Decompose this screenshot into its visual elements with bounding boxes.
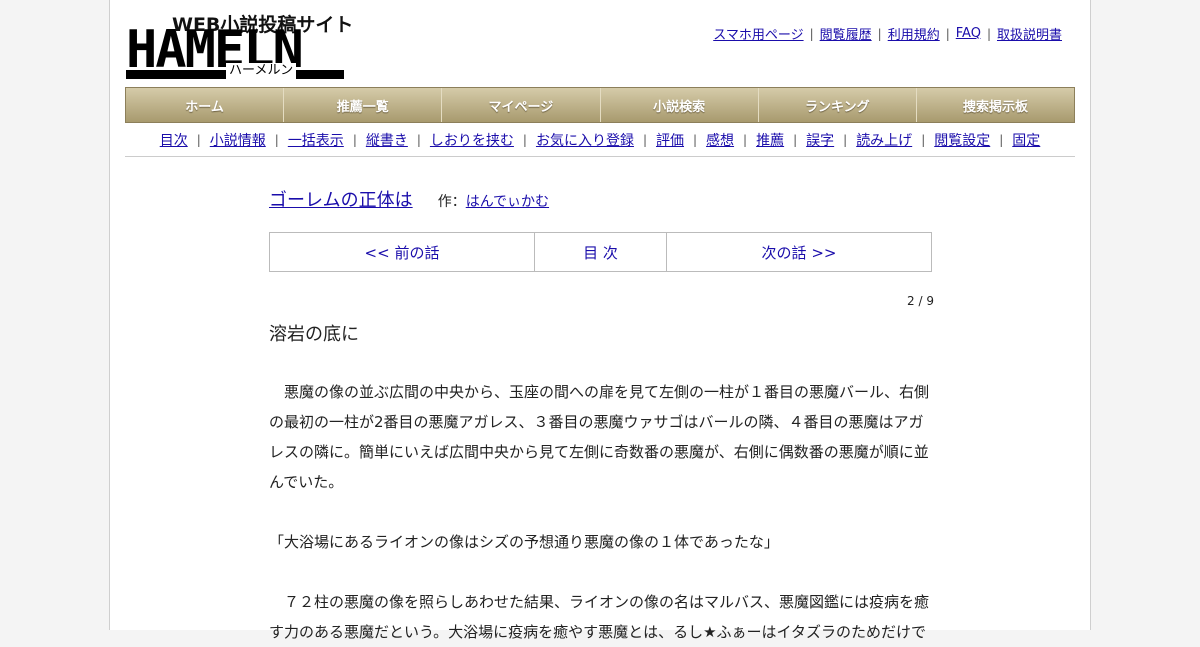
subnav-view-settings[interactable]: 閲覧設定	[934, 130, 990, 150]
episode-pager: << 前の話 目 次 次の話 >>	[269, 232, 932, 272]
chapter-title: 溶岩の底に	[269, 324, 359, 345]
nav-search-board[interactable]: 捜索掲示板	[916, 88, 1075, 122]
subnav-recommend[interactable]: 推薦	[756, 130, 784, 150]
top-link-smartphone[interactable]: スマホ用ページ	[713, 24, 803, 43]
subnav-full-view[interactable]: 一括表示	[288, 130, 344, 150]
nav-mypage[interactable]: マイページ	[442, 88, 601, 122]
subnav-vertical[interactable]: 縦書き	[366, 130, 408, 150]
subnav-read-aloud[interactable]: 読み上げ	[856, 130, 912, 150]
subnav-typo[interactable]: 誤字	[806, 130, 834, 150]
next-episode-button[interactable]: 次の話 >>	[667, 233, 931, 271]
body-paragraph: ７２柱の悪魔の像を照らしあわせた結果、ライオンの像の名はマルバス、悪魔図鑑には疫…	[269, 593, 930, 641]
subnav-pin[interactable]: 固定	[1012, 130, 1040, 150]
nav-home[interactable]: ホーム	[126, 88, 285, 122]
toc-button[interactable]: 目 次	[535, 233, 667, 271]
novel-body: 悪魔の像の並ぶ広間の中央から、玉座の間への扉を見て左側の一柱が１番目の悪魔バール…	[269, 377, 932, 647]
body-paragraph: 「大浴場にあるライオンの像はシズの予想通り悪魔の像の１体であったな」	[269, 533, 779, 551]
separator: |	[522, 133, 527, 147]
divider	[125, 156, 1075, 157]
subnav-bookmark[interactable]: しおりを挟む	[430, 130, 514, 150]
separator: |	[945, 26, 950, 41]
separator: |	[642, 133, 647, 147]
separator: |	[274, 133, 279, 147]
separator: |	[196, 133, 201, 147]
separator: |	[793, 133, 798, 147]
page-container: WEB小説投稿サイト HAMELN ハーメルン スマホ用ページ | 閲覧履歴 |…	[109, 0, 1091, 641]
prev-episode-button[interactable]: << 前の話	[270, 233, 535, 271]
separator: |	[843, 133, 848, 147]
subnav-comments[interactable]: 感想	[706, 130, 734, 150]
main-nav: ホーム 推薦一覧 マイページ 小説検索 ランキング 捜索掲示板	[125, 87, 1075, 123]
separator: |	[743, 133, 748, 147]
top-link-terms[interactable]: 利用規約	[888, 24, 940, 43]
nav-recommend-list[interactable]: 推薦一覧	[284, 88, 443, 122]
logo-kana: ハーメルン	[226, 63, 297, 79]
separator: |	[999, 133, 1004, 147]
author-link[interactable]: はんでぃかむ	[466, 194, 549, 210]
subnav-novel-info[interactable]: 小説情報	[210, 130, 266, 150]
top-links: スマホ用ページ | 閲覧履歴 | 利用規約 | FAQ | 取扱説明書	[713, 24, 1062, 43]
separator: |	[352, 133, 357, 147]
top-link-history[interactable]: 閲覧履歴	[820, 24, 872, 43]
sub-nav: 目次 | 小説情報 | 一括表示 | 縦書き | しおりを挟む | お気に入り登…	[125, 130, 1075, 150]
top-link-manual[interactable]: 取扱説明書	[997, 24, 1062, 43]
subnav-favorite[interactable]: お気に入り登録	[536, 130, 634, 150]
separator: |	[877, 26, 882, 41]
body-paragraph: 悪魔の像の並ぶ広間の中央から、玉座の間への扉を見て左側の一柱が１番目の悪魔バール…	[269, 383, 930, 491]
nav-novel-search[interactable]: 小説検索	[600, 88, 759, 122]
novel-title-link[interactable]: ゴーレムの正体は	[269, 190, 413, 211]
separator: |	[809, 26, 814, 41]
title-row: ゴーレムの正体は 作：はんでぃかむ	[269, 186, 549, 212]
episode-counter: 2 / 9	[907, 294, 934, 308]
author-label: 作：	[437, 194, 466, 210]
hameln-logo[interactable]: WEB小説投稿サイト HAMELN ハーメルン	[126, 10, 353, 80]
subnav-rating[interactable]: 評価	[656, 130, 684, 150]
separator: |	[921, 133, 926, 147]
top-link-faq[interactable]: FAQ	[956, 26, 981, 41]
subnav-toc[interactable]: 目次	[160, 130, 188, 150]
nav-ranking[interactable]: ランキング	[758, 88, 917, 122]
separator: |	[416, 133, 421, 147]
separator: |	[986, 26, 991, 41]
separator: |	[693, 133, 698, 147]
